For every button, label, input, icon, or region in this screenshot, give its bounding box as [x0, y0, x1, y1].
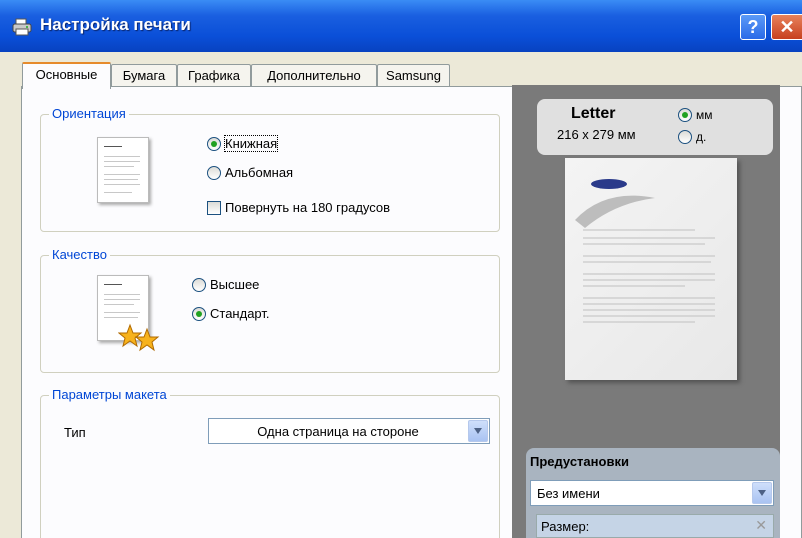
- close-button[interactable]: ✕: [771, 14, 802, 40]
- radio-portrait[interactable]: Книжная: [207, 135, 279, 152]
- quality-stars-icon: [118, 323, 160, 352]
- tab-basic[interactable]: Основные: [22, 62, 111, 89]
- radio-quality-best[interactable]: Высшее: [192, 277, 259, 292]
- radio-unit-inch[interactable]: д.: [678, 130, 706, 144]
- window-title: Настройка печати: [40, 15, 191, 34]
- tab-advanced[interactable]: Дополнительно: [251, 64, 377, 86]
- radio-quality-standard-indicator: [192, 306, 206, 321]
- clear-icon[interactable]: ✕: [755, 517, 767, 534]
- portrait-preview-image: [97, 137, 149, 203]
- tab-graphics[interactable]: Графика: [177, 64, 251, 86]
- layout-group-title: Параметры макета: [49, 387, 170, 402]
- radio-quality-standard[interactable]: Стандарт.: [192, 306, 270, 321]
- print-settings-window: Настройка печати ? ✕ Основные Бумага Гра…: [0, 0, 802, 538]
- tab-samsung[interactable]: Samsung: [377, 64, 450, 86]
- layout-type-select[interactable]: Одна страница на стороне: [208, 418, 490, 444]
- paper-preview-image: [565, 158, 737, 380]
- chevron-down-icon[interactable]: [752, 482, 772, 504]
- presets-value: Без имени: [537, 486, 600, 501]
- presets-select[interactable]: Без имени: [530, 480, 774, 506]
- orientation-group-title: Ориентация: [49, 106, 129, 121]
- paper-name: Letter: [571, 105, 616, 122]
- chevron-down-icon[interactable]: [468, 420, 488, 442]
- layout-type-label: Тип: [64, 425, 86, 440]
- samsung-paper-graphic: [575, 179, 715, 323]
- help-button[interactable]: ?: [740, 14, 766, 40]
- rotate-180-label: Повернуть на 180 градусов: [225, 200, 391, 215]
- radio-quality-best-label: Высшее: [210, 277, 260, 292]
- printer-icon: [12, 18, 32, 36]
- title-bar: Настройка печати ? ✕: [0, 0, 802, 52]
- presets-title: Предустановки: [530, 454, 629, 469]
- radio-landscape[interactable]: Альбомная: [207, 165, 293, 180]
- radio-portrait-label: Книжная: [223, 135, 279, 152]
- radio-unit-mm[interactable]: мм: [678, 108, 713, 122]
- quality-group-title: Качество: [49, 247, 110, 262]
- paper-info-box: Letter 216 x 279 мм мм д.: [537, 99, 773, 155]
- radio-unit-mm-label: мм: [696, 108, 713, 122]
- radio-unit-inch-label: д.: [696, 130, 707, 144]
- radio-unit-inch-indicator: [678, 130, 692, 144]
- presets-panel: Предустановки Без имени Размер: ✕: [526, 448, 780, 538]
- radio-landscape-label: Альбомная: [225, 165, 294, 180]
- size-preset-field[interactable]: Размер: ✕: [536, 514, 774, 538]
- layout-type-value: Одна страница на стороне: [257, 424, 419, 439]
- radio-unit-mm-indicator: [678, 108, 692, 122]
- radio-landscape-indicator: [207, 165, 221, 180]
- radio-quality-best-indicator: [192, 277, 206, 292]
- tab-paper[interactable]: Бумага: [111, 64, 177, 86]
- size-preset-label: Размер:: [541, 519, 590, 534]
- layout-group: Параметры макета: [40, 387, 500, 538]
- rotate-180-checkbox-box: [207, 200, 221, 215]
- radio-portrait-indicator: [207, 136, 221, 151]
- rotate-180-checkbox[interactable]: Повернуть на 180 градусов: [207, 200, 390, 215]
- paper-size: 216 x 279 мм: [557, 127, 636, 142]
- radio-quality-standard-label: Стандарт.: [210, 306, 270, 321]
